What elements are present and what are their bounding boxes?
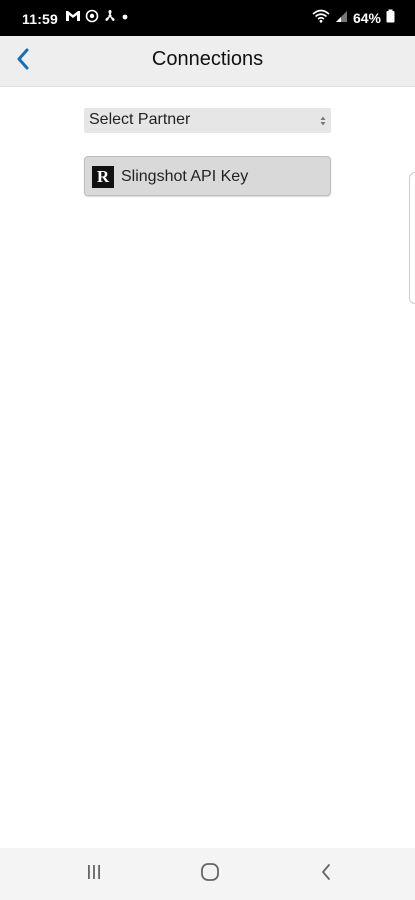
- recent-apps-button[interactable]: [79, 862, 109, 886]
- signal-icon: [335, 9, 348, 26]
- edge-panel-handle[interactable]: [409, 172, 415, 304]
- gmail-icon: [65, 9, 81, 23]
- home-icon: [200, 862, 220, 887]
- battery-percent: 64%: [352, 9, 381, 26]
- chevron-left-icon: [16, 48, 30, 75]
- updown-arrows-icon: [320, 114, 326, 132]
- back-button[interactable]: [6, 44, 40, 78]
- partner-select[interactable]: Select Partner: [84, 108, 331, 133]
- back-icon: [320, 863, 332, 886]
- home-button[interactable]: [195, 862, 225, 886]
- page-title: Connections: [151, 48, 264, 70]
- slingshot-api-key-label: Slingshot API Key: [121, 168, 249, 185]
- notification-dot-icon: [121, 9, 129, 23]
- system-nav-bar: [0, 848, 415, 900]
- system-back-button[interactable]: [311, 862, 341, 886]
- app-header: Connections: [0, 36, 415, 87]
- fan-icon: [103, 9, 117, 23]
- status-right: 64%: [312, 9, 395, 26]
- status-left-icons: [65, 9, 129, 23]
- partner-select-value: Select Partner: [89, 111, 191, 128]
- slingshot-api-key-button[interactable]: R Slingshot API Key: [84, 156, 331, 196]
- battery-icon: [386, 9, 395, 26]
- wifi-icon: [312, 9, 330, 26]
- status-bar: 11:59 64%: [0, 0, 415, 36]
- recent-apps-icon: [85, 864, 103, 885]
- slingshot-logo-icon: R: [92, 166, 114, 188]
- location-icon: [85, 9, 99, 23]
- status-time: 11:59: [22, 11, 59, 27]
